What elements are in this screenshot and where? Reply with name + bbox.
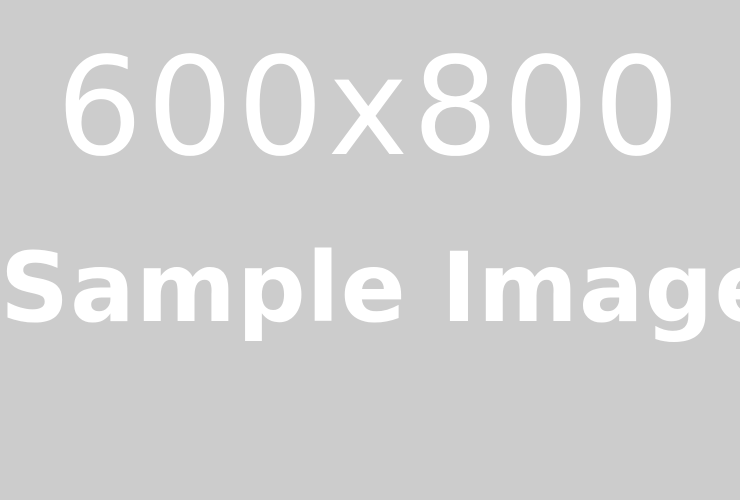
placeholder-image: 600x800 Sample Image xyxy=(0,0,740,500)
dimensions-label: 600x800 xyxy=(56,29,684,187)
sample-image-caption: Sample Image xyxy=(0,232,740,344)
